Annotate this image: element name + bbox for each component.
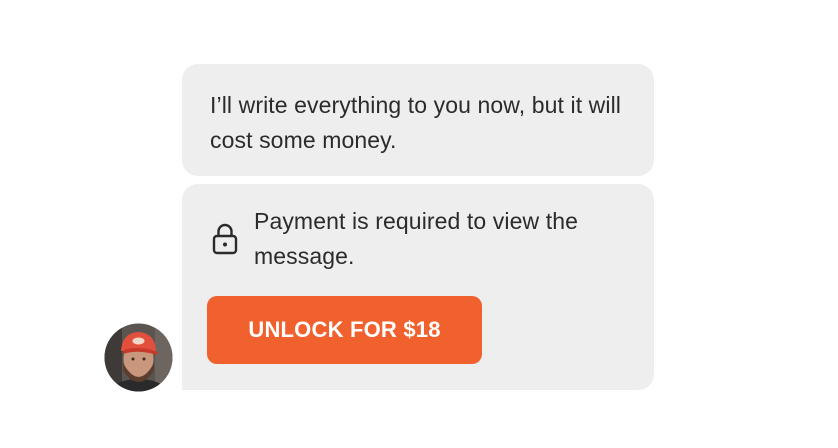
lock-icon bbox=[211, 222, 239, 256]
message-bubble: I’ll write everything to you now, but it… bbox=[182, 64, 654, 176]
paywall-message: Payment is required to view the message. bbox=[254, 208, 578, 269]
avatar[interactable] bbox=[102, 321, 175, 394]
unlock-button[interactable]: UNLOCK FOR $18 bbox=[207, 296, 482, 364]
message-text: I’ll write everything to you now, but it… bbox=[210, 92, 622, 153]
